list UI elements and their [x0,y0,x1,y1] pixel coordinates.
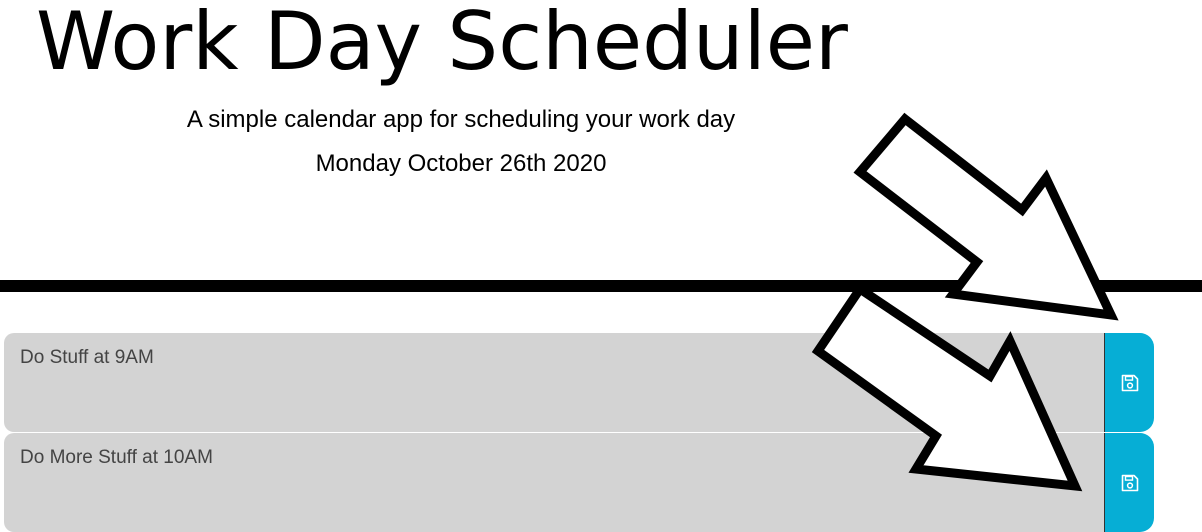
timeblock-description-input[interactable]: Do More Stuff at 10AM [4,433,1104,532]
page-title: Work Day Scheduler [36,0,848,88]
page-subtitle: A simple calendar app for scheduling you… [186,106,736,133]
header-divider [0,280,1202,292]
header: Work Day Scheduler A simple calendar app… [0,0,1202,280]
current-date: Monday October 26th 2020 [315,150,607,177]
page: Work Day Scheduler A simple calendar app… [0,0,1202,532]
timeblock-row: Do More Stuff at 10AM [4,433,1154,532]
floppy-disk-icon [1121,374,1138,391]
save-button[interactable] [1104,333,1154,432]
floppy-disk-icon [1121,474,1138,491]
timeblock-list: Do Stuff at 9AM Do More Stuff at 10AM [4,333,1154,532]
timeblock-description-input[interactable]: Do Stuff at 9AM [4,333,1104,432]
timeblock-row: Do Stuff at 9AM [4,333,1154,432]
save-button[interactable] [1104,433,1154,532]
